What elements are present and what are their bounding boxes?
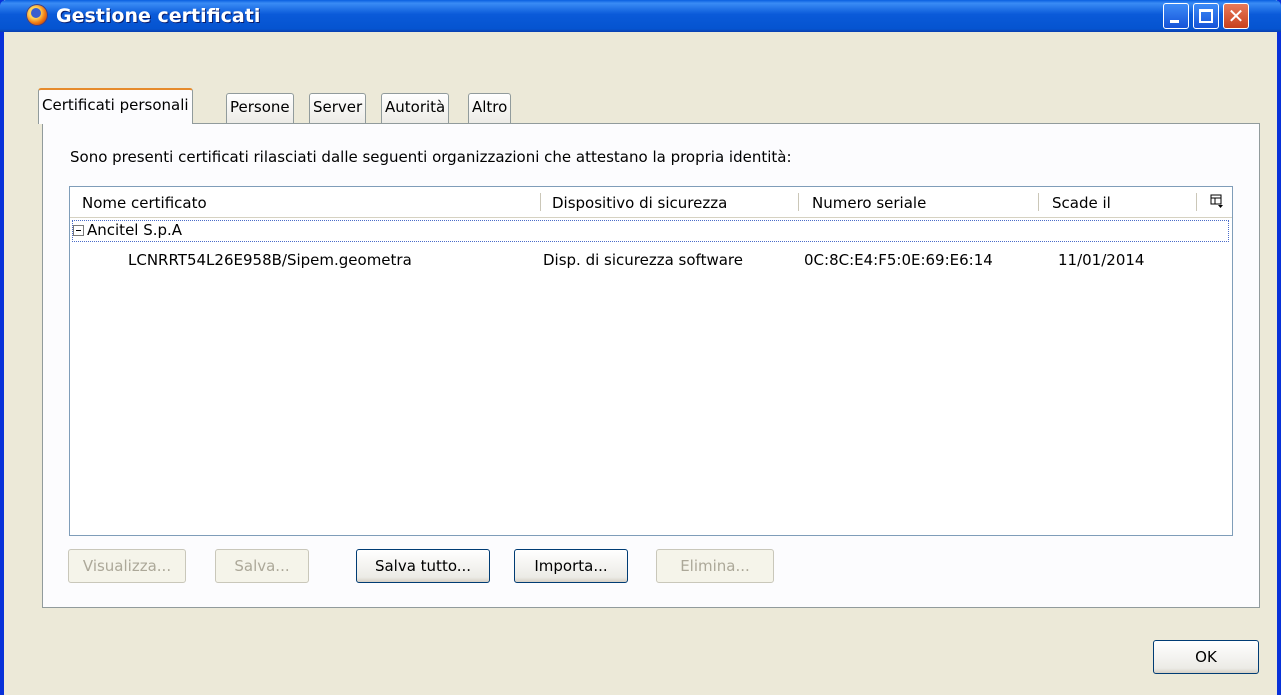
column-divider[interactable] — [540, 193, 541, 211]
column-divider[interactable] — [1196, 193, 1197, 211]
tab-people[interactable]: Persone — [226, 93, 294, 123]
delete-button[interactable]: Elimina... — [656, 549, 774, 583]
column-header-expires[interactable]: Scade il — [1052, 194, 1111, 212]
title-bar[interactable]: Gestione certificati ✕ — [0, 0, 1281, 32]
tab-label: Certificati personali — [42, 96, 189, 114]
cert-device-cell: Disp. di sicurezza software — [543, 251, 743, 269]
window-title: Gestione certificati — [56, 5, 261, 27]
ok-button[interactable]: OK — [1153, 640, 1259, 674]
delete-button-label: Elimina... — [680, 557, 750, 575]
close-button[interactable]: ✕ — [1223, 3, 1249, 29]
tab-other[interactable]: Altro — [468, 93, 512, 123]
certificate-manager-window: Gestione certificati ✕ Certificati perso… — [0, 0, 1281, 695]
view-button[interactable]: Visualizza... — [68, 549, 186, 583]
save-all-button[interactable]: Salva tutto... — [356, 549, 490, 583]
tab-label: Persone — [230, 98, 290, 116]
import-button[interactable]: Importa... — [514, 549, 628, 583]
column-divider[interactable] — [798, 193, 799, 211]
certificate-tree[interactable]: Nome certificato Dispositivo di sicurezz… — [69, 186, 1233, 536]
import-button-label: Importa... — [534, 557, 608, 575]
column-picker-icon[interactable] — [1210, 194, 1224, 208]
firefox-icon — [26, 4, 48, 26]
column-header-device[interactable]: Dispositivo di sicurezza — [552, 194, 727, 212]
column-header-name[interactable]: Nome certificato — [82, 194, 207, 212]
cert-name-cell: LCNRRT54L26E958B/Sipem.geometra — [128, 251, 412, 269]
view-button-label: Visualizza... — [82, 557, 172, 575]
maximize-button[interactable] — [1193, 3, 1219, 29]
tab-server[interactable]: Server — [309, 93, 367, 123]
close-icon: ✕ — [1227, 4, 1245, 28]
cert-expires-cell: 11/01/2014 — [1058, 251, 1145, 269]
group-name[interactable]: Ancitel S.p.A — [87, 221, 182, 239]
tab-label: Server — [313, 98, 363, 116]
column-divider[interactable] — [1038, 193, 1039, 211]
description-text: Sono presenti certificati rilasciati dal… — [70, 148, 792, 166]
save-button[interactable]: Salva... — [215, 549, 309, 583]
collapse-icon[interactable] — [73, 225, 84, 236]
cert-serial-cell: 0C:8C:E4:F5:0E:69:E6:14 — [804, 251, 993, 269]
column-header-serial[interactable]: Numero seriale — [812, 194, 926, 212]
ok-button-label: OK — [1195, 648, 1217, 666]
tab-label: Altro — [472, 98, 508, 116]
group-row-selected[interactable] — [72, 220, 1229, 242]
tab-personal-certificates[interactable]: Certificati personali — [38, 88, 193, 124]
minimize-button[interactable] — [1163, 3, 1189, 29]
tree-header: Nome certificato Dispositivo di sicurezz… — [70, 187, 1232, 218]
tab-label: Autorità — [385, 98, 446, 116]
save-all-button-label: Salva tutto... — [374, 557, 472, 575]
save-button-label: Salva... — [234, 557, 290, 575]
tab-authorities[interactable]: Autorità — [381, 93, 450, 123]
